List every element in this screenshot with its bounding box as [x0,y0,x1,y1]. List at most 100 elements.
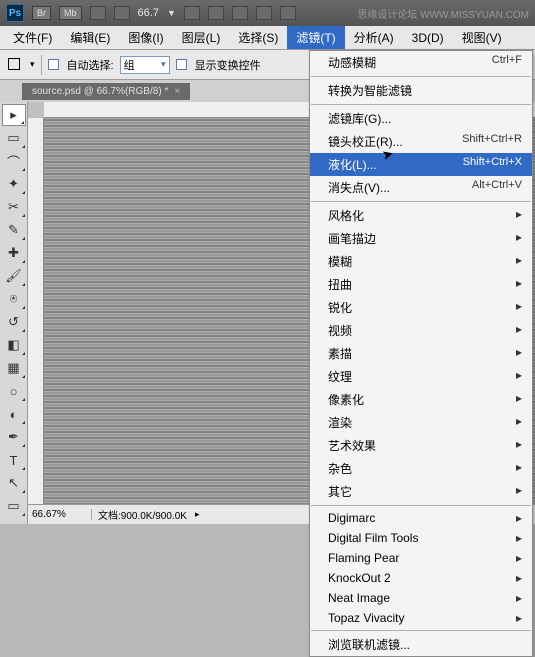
status-doc-info[interactable]: 文档:900.0K/900.0K [92,507,193,522]
zoom-dropdown-icon[interactable]: ▼ [167,8,176,18]
chevron-right-icon[interactable]: ▸ [195,509,200,520]
menu-item-label: 风格化 [328,207,510,224]
menu-item[interactable]: 滤镜(T) [287,26,344,49]
submenu-arrow-icon: ▸ [516,414,522,431]
wand-tool[interactable]: ✦ [2,173,26,195]
menu-dropdown-item[interactable]: 消失点(V)...Alt+Ctrl+V [310,176,532,199]
menu-item-label: KnockOut 2 [328,571,510,585]
menu-dropdown-item[interactable]: Digimarc▸ [310,508,532,528]
menu-separator [311,630,531,631]
menu-dropdown-item[interactable]: 像素化▸ [310,388,532,411]
vertical-ruler[interactable] [28,118,44,504]
menu-dropdown-item[interactable]: 风格化▸ [310,204,532,227]
move-tool[interactable]: ▸ [2,104,26,126]
dodge-tool[interactable]: ◐ [2,403,26,425]
menu-dropdown-item[interactable]: 扭曲▸ [310,273,532,296]
menu-dropdown-item[interactable]: 渲染▸ [310,411,532,434]
menu-item[interactable]: 视图(V) [453,26,511,49]
menu-item[interactable]: 编辑(E) [61,26,119,49]
menu-dropdown-item[interactable]: 镜头校正(R)...Shift+Ctrl+R [310,130,532,153]
menu-item[interactable]: 文件(F) [4,26,61,49]
menu-dropdown-item[interactable]: Neat Image▸ [310,588,532,608]
menu-dropdown-item[interactable]: 液化(L)...Shift+Ctrl+X [310,153,532,176]
menu-item-label: 素描 [328,345,510,362]
submenu-arrow-icon: ▸ [516,253,522,270]
menu-dropdown-item[interactable]: 素描▸ [310,342,532,365]
document-title: source.psd @ 66.7%(RGB/8) * [32,86,168,97]
menu-separator [311,505,531,506]
submenu-arrow-icon: ▸ [516,322,522,339]
menu-item-label: 画笔描边 [328,230,510,247]
submenu-arrow-icon: ▸ [516,276,522,293]
heal-tool[interactable]: ✚ [2,242,26,264]
menu-item-label: 消失点(V)... [328,179,472,196]
menu-item-label: Flaming Pear [328,551,510,565]
menu-dropdown-item[interactable]: 艺术效果▸ [310,434,532,457]
path-tool[interactable]: ↖ [2,472,26,494]
marquee-tool[interactable]: ▭ [2,127,26,149]
submenu-arrow-icon: ▸ [516,531,522,545]
zoom-level[interactable]: 66.7 [138,7,159,19]
menu-item-label: 镜头校正(R)... [328,133,462,150]
titlebar-watermark: 思缘设计论坛 WWW.MISSYUAN.COM [357,6,529,21]
blur-tool[interactable]: ○ [2,380,26,402]
auto-select-checkbox[interactable] [48,59,59,70]
submenu-arrow-icon: ▸ [516,391,522,408]
brush-tool[interactable]: 🖌 [2,265,26,287]
eraser-tool[interactable]: ◧ [2,334,26,356]
submenu-arrow-icon: ▸ [516,551,522,565]
eyedropper-tool[interactable]: ✎ [2,219,26,241]
menu-dropdown-item[interactable]: 转换为智能滤镜 [310,79,532,102]
menu-item[interactable]: 图像(I) [119,26,172,49]
menu-dropdown-item[interactable]: 其它▸ [310,480,532,503]
stamp-tool[interactable]: ⍟ [2,288,26,310]
document-tab[interactable]: source.psd @ 66.7%(RGB/8) * × [22,83,190,100]
menu-item-shortcut: Ctrl+F [492,54,522,71]
history-brush-tool[interactable]: ↺ [2,311,26,333]
menu-dropdown-item[interactable]: 锐化▸ [310,296,532,319]
menu-item-label: Digital Film Tools [328,531,510,545]
zoom-tool-icon[interactable] [208,6,224,20]
hand-tool-icon[interactable] [184,6,200,20]
move-tool-icon [6,56,24,74]
lasso-tool[interactable]: ⌒ [2,150,26,172]
gradient-tool[interactable]: ▦ [2,357,26,379]
pen-tool[interactable]: ✒ [2,426,26,448]
menu-dropdown-item[interactable]: Flaming Pear ▸ [310,548,532,568]
menu-dropdown-item[interactable]: 画笔描边▸ [310,227,532,250]
screen-mode-icon[interactable] [280,6,296,20]
menu-dropdown-item[interactable]: 动感模糊Ctrl+F [310,51,532,74]
crop-tool[interactable]: ✂ [2,196,26,218]
view-extras-icon[interactable] [90,6,106,20]
type-tool[interactable]: T [2,449,26,471]
menu-dropdown-item[interactable]: KnockOut 2▸ [310,568,532,588]
menu-dropdown-item[interactable]: 滤镜库(G)... [310,107,532,130]
menu-dropdown-item[interactable]: 杂色▸ [310,457,532,480]
arrange-docs-icon[interactable] [256,6,272,20]
menu-item[interactable]: 图层(L) [173,26,230,49]
menu-dropdown-item[interactable]: Digital Film Tools ▸ [310,528,532,548]
menu-item-label: Neat Image [328,591,510,605]
submenu-arrow-icon: ▸ [516,460,522,477]
menu-dropdown-item[interactable]: Topaz Vivacity▸ [310,608,532,628]
submenu-arrow-icon: ▸ [516,368,522,385]
close-icon[interactable]: × [174,86,180,97]
menu-item[interactable]: 选择(S) [229,26,287,49]
view-grid-icon[interactable] [114,6,130,20]
menu-dropdown-item[interactable]: 视频▸ [310,319,532,342]
bridge-button[interactable]: Br [32,6,51,20]
submenu-arrow-icon: ▸ [516,437,522,454]
shape-tool[interactable]: ▭ [2,495,26,517]
minibridge-button[interactable]: Mb [59,6,82,20]
auto-select-combo[interactable]: 组 ▾ [120,56,170,74]
menu-dropdown-item[interactable]: 浏览联机滤镜... [310,633,532,656]
chevron-down-icon[interactable]: ▾ [30,59,35,70]
menu-dropdown-item[interactable]: 模糊▸ [310,250,532,273]
rotate-view-icon[interactable] [232,6,248,20]
menu-item[interactable]: 分析(A) [345,26,403,49]
status-zoom[interactable]: 66.67% [28,509,92,520]
submenu-arrow-icon: ▸ [516,611,522,625]
menu-dropdown-item[interactable]: 纹理▸ [310,365,532,388]
menu-item[interactable]: 3D(D) [403,28,453,48]
show-controls-checkbox[interactable] [176,59,187,70]
